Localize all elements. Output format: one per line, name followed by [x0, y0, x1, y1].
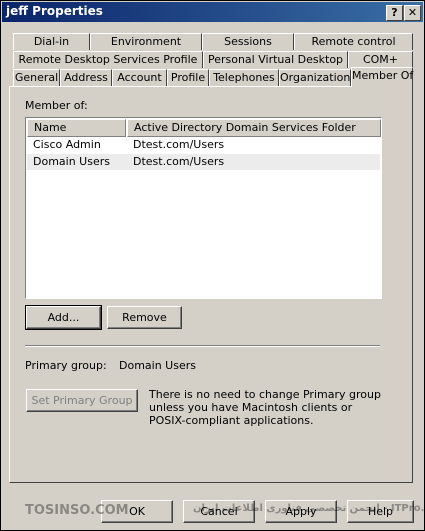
- separator: [25, 345, 380, 347]
- tab-remote-control[interactable]: Remote control: [294, 33, 413, 50]
- watermark-left: TOSINSO.COM: [25, 503, 129, 518]
- cell-folder: Dtest.com/Users: [133, 155, 225, 168]
- primary-group-value: Domain Users: [119, 359, 196, 372]
- tab-telephones[interactable]: Telephones: [209, 69, 279, 86]
- column-header-name[interactable]: Name: [27, 119, 126, 137]
- tab-general[interactable]: General: [13, 69, 60, 86]
- tab-com-plus[interactable]: COM+: [348, 51, 413, 68]
- cell-folder: Dtest.com/Users: [133, 138, 225, 151]
- member-of-label: Member of:: [25, 99, 88, 112]
- remove-button[interactable]: Remove: [107, 306, 182, 329]
- properties-dialog: jeff Properties ? ✕ Dial-in Environment …: [0, 0, 425, 531]
- cell-name: Cisco Admin: [33, 138, 101, 151]
- primary-group-label: Primary group:: [25, 359, 107, 372]
- tab-organization[interactable]: Organization: [279, 69, 351, 86]
- tab-personal-virtual-desktop[interactable]: Personal Virtual Desktop: [203, 51, 348, 68]
- member-of-list[interactable]: Name Active Directory Domain Services Fo…: [25, 117, 382, 299]
- add-button[interactable]: Add...: [25, 305, 102, 330]
- tab-rds-profile[interactable]: Remote Desktop Services Profile: [13, 51, 203, 68]
- tab-profile[interactable]: Profile: [167, 69, 209, 86]
- tab-dial-in[interactable]: Dial-in: [13, 33, 90, 50]
- primary-group-info: There is no need to change Primary group…: [149, 388, 381, 427]
- watermark-right: انجمن تخصصی فناوری اطلاعات ایران - ITPro…: [193, 503, 425, 514]
- help-title-button[interactable]: ?: [386, 5, 403, 21]
- cell-name: Domain Users: [33, 155, 110, 168]
- list-item[interactable]: Cisco Admin Dtest.com/Users: [27, 137, 380, 153]
- tab-address[interactable]: Address: [60, 69, 112, 86]
- tab-sessions[interactable]: Sessions: [202, 33, 294, 50]
- list-item[interactable]: Domain Users Dtest.com/Users: [27, 154, 380, 170]
- column-header-folder[interactable]: Active Directory Domain Services Folder: [127, 119, 381, 137]
- title-bar[interactable]: jeff Properties ? ✕: [2, 2, 423, 22]
- tab-member-of[interactable]: Member Of: [351, 67, 413, 87]
- window-title: jeff Properties: [6, 4, 103, 18]
- tab-environment[interactable]: Environment: [90, 33, 202, 50]
- close-button[interactable]: ✕: [404, 5, 421, 21]
- set-primary-group-button[interactable]: Set Primary Group: [26, 389, 138, 412]
- tab-account[interactable]: Account: [112, 69, 167, 86]
